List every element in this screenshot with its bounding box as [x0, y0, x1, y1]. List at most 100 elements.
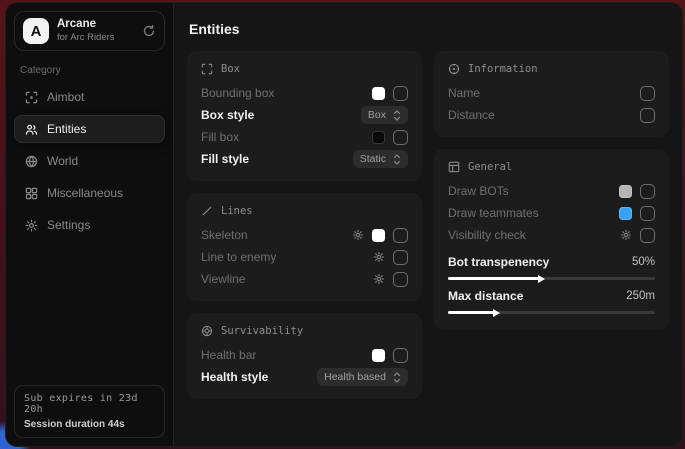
box-style-dropdown[interactable]: Box — [361, 106, 408, 124]
sidebar-item-miscellaneous[interactable]: Miscellaneous — [14, 179, 165, 207]
setting-row-fill-style: Fill style Static — [201, 148, 408, 170]
app-logo-card: A Arcane for Arc Riders — [14, 11, 165, 51]
setting-label: Bounding box — [201, 86, 364, 100]
setting-label: Draw teammates — [448, 206, 611, 220]
survivability-card: Survivability Health bar Health style He… — [187, 313, 422, 399]
card-title: Information — [468, 63, 538, 75]
max-distance-slider[interactable] — [448, 311, 655, 314]
color-swatch[interactable] — [372, 87, 385, 100]
setting-label: Line to enemy — [201, 250, 365, 264]
checkbox[interactable] — [393, 130, 408, 145]
main-panel: Entities Box Bounding box — [174, 3, 682, 446]
setting-row-fill-box: Fill box — [201, 126, 408, 148]
row-settings-gear-icon[interactable] — [352, 229, 364, 241]
layout-icon — [448, 161, 460, 173]
color-swatch[interactable] — [619, 207, 632, 220]
entities-icon — [24, 123, 38, 136]
color-swatch[interactable] — [372, 131, 385, 144]
setting-label: Viewline — [201, 272, 365, 286]
card-title: General — [468, 161, 512, 173]
setting-label: Health bar — [201, 348, 364, 362]
general-card: General Draw BOTs Draw teammates Visibil… — [434, 149, 669, 330]
sidebar-item-label: Aimbot — [47, 90, 84, 104]
sidebar-item-world[interactable]: World — [14, 147, 165, 175]
right-column: Information Name Distance — [434, 51, 669, 330]
slider-value: 50% — [632, 256, 655, 268]
sidebar: A Arcane for Arc Riders Category — [6, 3, 174, 446]
health-style-dropdown[interactable]: Health based — [317, 368, 408, 386]
bot-transparency-slider[interactable] — [448, 277, 655, 280]
lines-card: Lines Skeleton Line to enemy — [187, 193, 422, 301]
checkbox[interactable] — [640, 108, 655, 123]
crosshair-icon — [24, 91, 38, 104]
setting-row-line-to-enemy: Line to enemy — [201, 246, 408, 268]
setting-row-bounding-box: Bounding box — [201, 82, 408, 104]
dropdown-value: Box — [368, 109, 386, 121]
chevron-updown-icon — [393, 372, 401, 383]
setting-label: Health style — [201, 370, 309, 384]
chevron-updown-icon — [393, 154, 401, 165]
setting-row-box-style: Box style Box — [201, 104, 408, 126]
sidebar-item-settings[interactable]: Settings — [14, 211, 165, 239]
page-title: Entities — [189, 21, 667, 37]
setting-row-draw-bots: Draw BOTs — [448, 180, 655, 202]
max-distance-slider-group: Max distance 250m — [448, 287, 655, 314]
checkbox[interactable] — [640, 228, 655, 243]
checkbox[interactable] — [640, 206, 655, 221]
slider-thumb[interactable] — [538, 275, 545, 283]
setting-label: Box style — [201, 108, 353, 122]
box-card: Box Bounding box Box style Box — [187, 51, 422, 181]
setting-row-health-bar: Health bar — [201, 344, 408, 366]
fill-style-dropdown[interactable]: Static — [353, 150, 408, 168]
subscription-status-card: Sub expires in 23d 20h Session duration … — [14, 385, 165, 438]
gear-icon — [24, 219, 38, 232]
checkbox[interactable] — [640, 184, 655, 199]
checkbox[interactable] — [393, 250, 408, 265]
card-title: Box — [221, 63, 240, 75]
lifebuoy-icon — [201, 325, 213, 337]
setting-label: Name — [448, 86, 632, 100]
checkbox[interactable] — [393, 272, 408, 287]
setting-row-health-style: Health style Health based — [201, 366, 408, 388]
app-avatar: A — [23, 18, 49, 44]
category-label: Category — [20, 65, 159, 76]
row-settings-gear-icon[interactable] — [373, 273, 385, 285]
setting-row-skeleton: Skeleton — [201, 224, 408, 246]
refresh-icon[interactable] — [142, 24, 156, 38]
information-card: Information Name Distance — [434, 51, 669, 137]
color-swatch[interactable] — [619, 185, 632, 198]
sidebar-nav: Aimbot Entities World — [6, 81, 173, 241]
app-tagline: for Arc Riders — [57, 32, 134, 43]
row-settings-gear-icon[interactable] — [620, 229, 632, 241]
setting-row-visibility-check: Visibility check — [448, 224, 655, 246]
color-swatch[interactable] — [372, 349, 385, 362]
setting-row-viewline: Viewline — [201, 268, 408, 290]
sub-expiry-text: Sub expires in 23d 20h — [24, 393, 155, 415]
slider-value: 250m — [626, 290, 655, 302]
app-window: A Arcane for Arc Riders Category — [5, 2, 683, 447]
session-duration-text: Session duration 44s — [24, 419, 155, 430]
dropdown-value: Health based — [324, 371, 386, 383]
dropdown-value: Static — [360, 153, 386, 165]
checkbox[interactable] — [640, 86, 655, 101]
app-identity: Arcane for Arc Riders — [57, 18, 134, 43]
sidebar-item-aimbot[interactable]: Aimbot — [14, 83, 165, 111]
sidebar-item-label: World — [47, 154, 78, 168]
color-swatch[interactable] — [372, 229, 385, 242]
card-title: Survivability — [221, 325, 303, 337]
card-title: Lines — [221, 205, 253, 217]
sidebar-item-label: Miscellaneous — [47, 186, 123, 200]
sidebar-item-entities[interactable]: Entities — [14, 115, 165, 143]
grid-icon — [24, 187, 38, 200]
setting-label: Fill box — [201, 130, 364, 144]
setting-label: Fill style — [201, 152, 345, 166]
bot-transparency-slider-group: Bot transpenency 50% — [448, 253, 655, 280]
slider-thumb[interactable] — [493, 309, 500, 317]
setting-label: Skeleton — [201, 228, 344, 242]
checkbox[interactable] — [393, 86, 408, 101]
setting-label: Distance — [448, 108, 632, 122]
row-settings-gear-icon[interactable] — [373, 251, 385, 263]
app-title: Arcane — [57, 18, 134, 32]
checkbox[interactable] — [393, 348, 408, 363]
checkbox[interactable] — [393, 228, 408, 243]
